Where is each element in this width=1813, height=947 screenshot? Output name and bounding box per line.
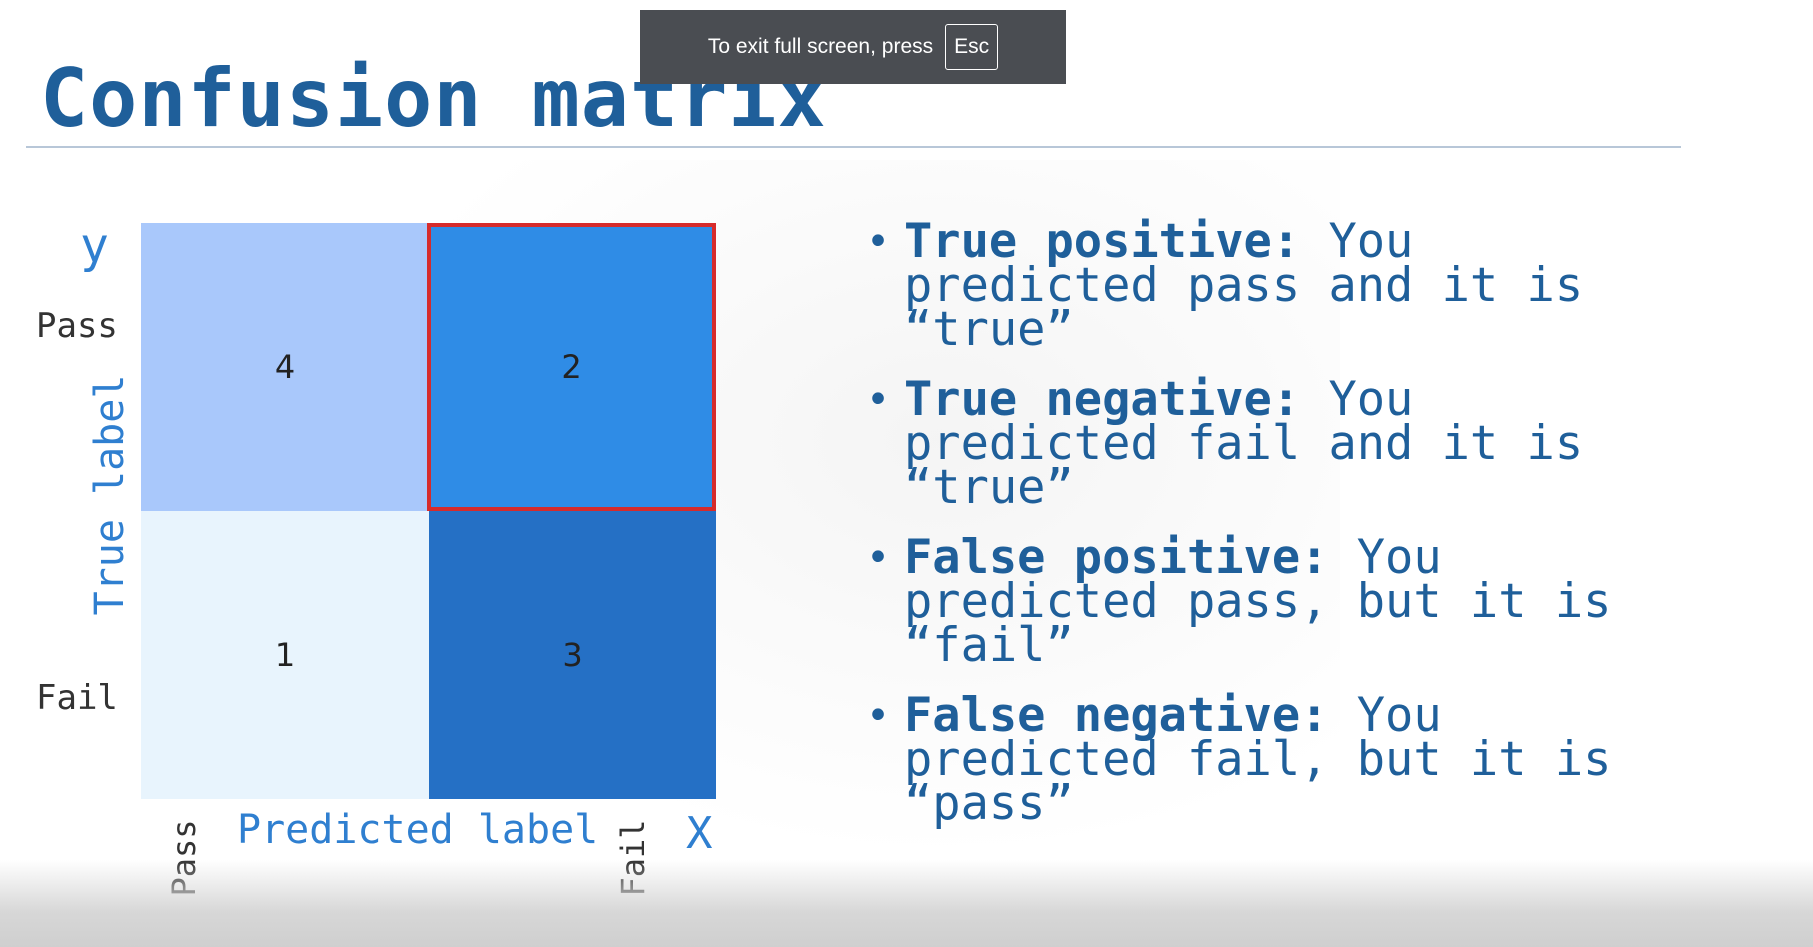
bullet-dot-icon: • (866, 535, 891, 581)
bullet-dot-icon: • (866, 219, 891, 265)
y-symbol: y (80, 218, 109, 274)
title-divider (26, 146, 1681, 148)
y-tick-fail: Fail (36, 678, 118, 718)
fullscreen-exit-toast: To exit full screen, press Esc (640, 10, 1066, 84)
y-tick-pass: Pass (36, 306, 118, 346)
bullet-dot-icon: • (866, 693, 891, 739)
matrix-cell-true-pass-pred-pass: 4 (141, 223, 429, 511)
bullet-true-negative: • True negative: You predicted fail and … (866, 376, 1664, 511)
matrix-cell-true-pass-pred-fail: 2 (427, 223, 716, 511)
bullet-false-positive: • False positive: You predicted pass, bu… (866, 534, 1664, 669)
definition-list: • True positive: You predicted pass and … (866, 218, 1726, 852)
x-axis-title: Predicted label (237, 807, 599, 853)
x-symbol: X (686, 808, 713, 859)
slide: Confusion matrix y Pass Fail True label … (0, 0, 1813, 947)
matrix-cell-true-fail-pred-fail: 3 (429, 511, 716, 799)
y-axis-title: True label (87, 374, 133, 616)
esc-key-badge: Esc (945, 24, 999, 70)
bullet-false-negative: • False negative: You predicted fail, bu… (866, 692, 1664, 827)
toast-message: To exit full screen, press (707, 35, 934, 58)
bullet-true-positive: • True positive: You predicted pass and … (866, 218, 1664, 353)
bottom-fade (0, 860, 1813, 947)
matrix-cell-true-fail-pred-pass: 1 (141, 511, 429, 799)
bullet-dot-icon: • (866, 377, 891, 423)
